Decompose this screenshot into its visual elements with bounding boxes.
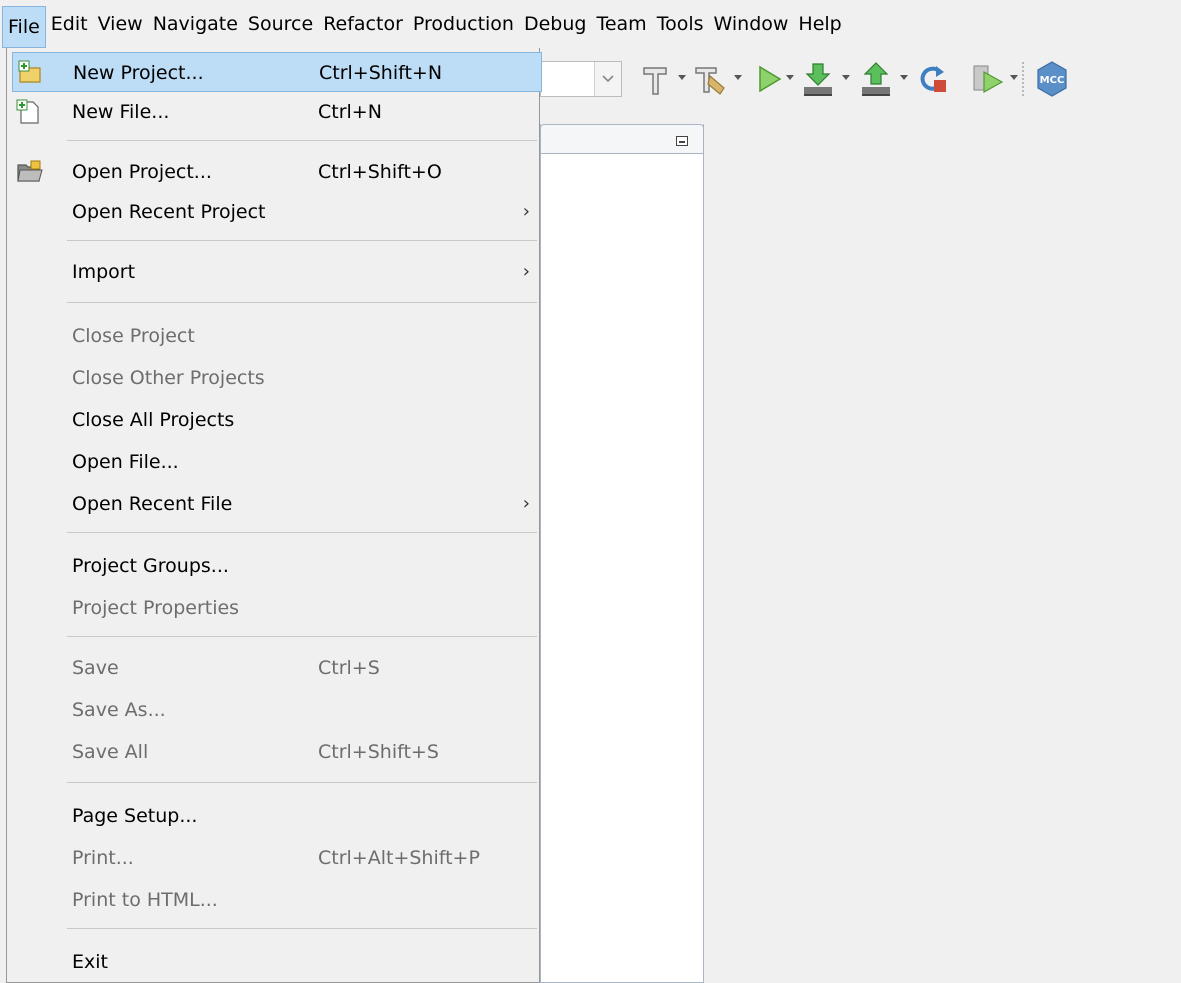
menu-item-label: New File...: [72, 101, 170, 123]
read-device-icon[interactable]: [856, 58, 896, 100]
menu-item-label: Exit: [72, 951, 108, 973]
menu-item-page-setup[interactable]: Page Setup...: [12, 796, 542, 836]
minimize-icon[interactable]: [676, 136, 688, 146]
menu-item-save: Save Ctrl+S: [12, 648, 542, 688]
menu-item-label: Open Project...: [72, 161, 212, 183]
menu-source[interactable]: Source: [243, 0, 318, 48]
menu-item-open-project[interactable]: Open Project... Ctrl+Shift+O: [12, 152, 542, 192]
menu-bar: File Edit View Navigate Source Refactor …: [0, 0, 1181, 48]
menu-item-label: New Project...: [73, 62, 204, 84]
menu-separator: [67, 636, 537, 637]
menu-edit[interactable]: Edit: [46, 0, 93, 48]
chevron-right-icon: ›: [522, 493, 530, 514]
menu-item-print: Print... Ctrl+Alt+Shift+P: [12, 838, 542, 878]
menu-item-project-groups[interactable]: Project Groups...: [12, 546, 542, 586]
open-project-icon: [15, 158, 43, 186]
chevron-down-icon[interactable]: [900, 75, 908, 80]
menu-item-label: Save All: [72, 741, 149, 763]
menu-item-label: Open File...: [72, 451, 179, 473]
chevron-down-icon[interactable]: [734, 75, 742, 80]
menu-item-new-project[interactable]: New Project... Ctrl+Shift+N: [12, 52, 542, 92]
menu-team[interactable]: Team: [591, 0, 651, 48]
menu-item-label: Open Recent File: [72, 493, 233, 515]
menu-item-print-to-html: Print to HTML...: [12, 880, 542, 920]
menu-item-label: Close Other Projects: [72, 367, 265, 389]
menu-item-label: Save As...: [72, 699, 166, 721]
menu-production[interactable]: Production: [408, 0, 519, 48]
menu-item-label: Save: [72, 657, 119, 679]
project-config-combo[interactable]: [540, 61, 622, 97]
run-icon[interactable]: [748, 58, 788, 100]
menu-item-label: Import: [72, 261, 136, 283]
menu-item-accelerator: Ctrl+N: [318, 101, 382, 123]
menu-item-exit[interactable]: Exit: [12, 942, 542, 982]
editor-area: [705, 110, 1181, 983]
chevron-right-icon: ›: [522, 201, 530, 222]
chevron-down-icon[interactable]: [678, 75, 686, 80]
menu-item-label: Project Groups...: [72, 555, 229, 577]
menu-item-import[interactable]: Import ›: [12, 252, 542, 292]
debug-icon[interactable]: [968, 58, 1008, 100]
menu-item-label: Project Properties: [72, 597, 240, 619]
menu-item-accelerator: Ctrl+Shift+O: [318, 161, 442, 183]
menu-item-label: Close All Projects: [72, 409, 235, 431]
menu-item-accelerator: Ctrl+Shift+N: [319, 62, 443, 84]
menu-item-accelerator: Ctrl+Alt+Shift+P: [318, 847, 480, 869]
menu-tools[interactable]: Tools: [652, 0, 709, 48]
menu-item-label: Print...: [72, 847, 134, 869]
menu-separator: [67, 928, 537, 929]
menu-item-save-as: Save As...: [12, 690, 542, 730]
menu-debug[interactable]: Debug: [519, 0, 591, 48]
menu-item-open-recent-project[interactable]: Open Recent Project ›: [12, 192, 542, 232]
menu-window[interactable]: Window: [709, 0, 794, 48]
projects-panel: [540, 124, 704, 983]
menu-refactor[interactable]: Refactor: [318, 0, 408, 48]
toolbar-separator: [1022, 62, 1024, 96]
menu-item-accelerator: Ctrl+S: [318, 657, 380, 679]
clean-build-icon[interactable]: [690, 58, 730, 100]
program-device-icon[interactable]: [798, 58, 838, 100]
chevron-down-icon[interactable]: [1010, 75, 1018, 80]
mcc-icon[interactable]: MCC: [1032, 58, 1072, 100]
new-file-icon: [15, 98, 43, 126]
menu-item-label: Print to HTML...: [72, 889, 218, 911]
menu-item-project-properties: Project Properties: [12, 588, 542, 628]
menu-item-label: Open Recent Project: [72, 201, 266, 223]
menu-item-open-recent-file[interactable]: Open Recent File ›: [12, 484, 542, 524]
menu-separator: [67, 240, 537, 241]
menu-item-label: Close Project: [72, 325, 195, 347]
menu-separator: [67, 302, 537, 303]
menu-file[interactable]: File: [2, 6, 46, 48]
file-menu: New Project... Ctrl+Shift+N New File... …: [6, 48, 542, 983]
menu-item-close-other-projects: Close Other Projects: [12, 358, 542, 398]
menu-item-label: Page Setup...: [72, 805, 198, 827]
new-project-icon: [16, 59, 44, 87]
menu-separator: [67, 532, 537, 533]
menu-item-save-all: Save All Ctrl+Shift+S: [12, 732, 542, 772]
menu-item-accelerator: Ctrl+Shift+S: [318, 741, 439, 763]
chevron-down-icon[interactable]: [842, 75, 850, 80]
menu-item-close-all-projects[interactable]: Close All Projects: [12, 400, 542, 440]
build-hammer-icon[interactable]: [636, 58, 676, 100]
menu-navigate[interactable]: Navigate: [148, 0, 243, 48]
menu-item-close-project: Close Project: [12, 316, 542, 356]
mcc-label: MCC: [1040, 75, 1065, 86]
menu-view[interactable]: View: [93, 0, 148, 48]
menu-help[interactable]: Help: [793, 0, 846, 48]
menu-separator: [67, 782, 537, 783]
menu-item-open-file[interactable]: Open File...: [12, 442, 542, 482]
menu-separator: [67, 140, 537, 141]
menu-item-new-file[interactable]: New File... Ctrl+N: [12, 92, 542, 132]
toolbar: MCC: [540, 48, 1181, 110]
chevron-down-icon[interactable]: [786, 75, 794, 80]
chevron-down-icon[interactable]: [594, 62, 621, 96]
reset-icon[interactable]: [912, 58, 952, 100]
chevron-right-icon: ›: [522, 261, 530, 282]
